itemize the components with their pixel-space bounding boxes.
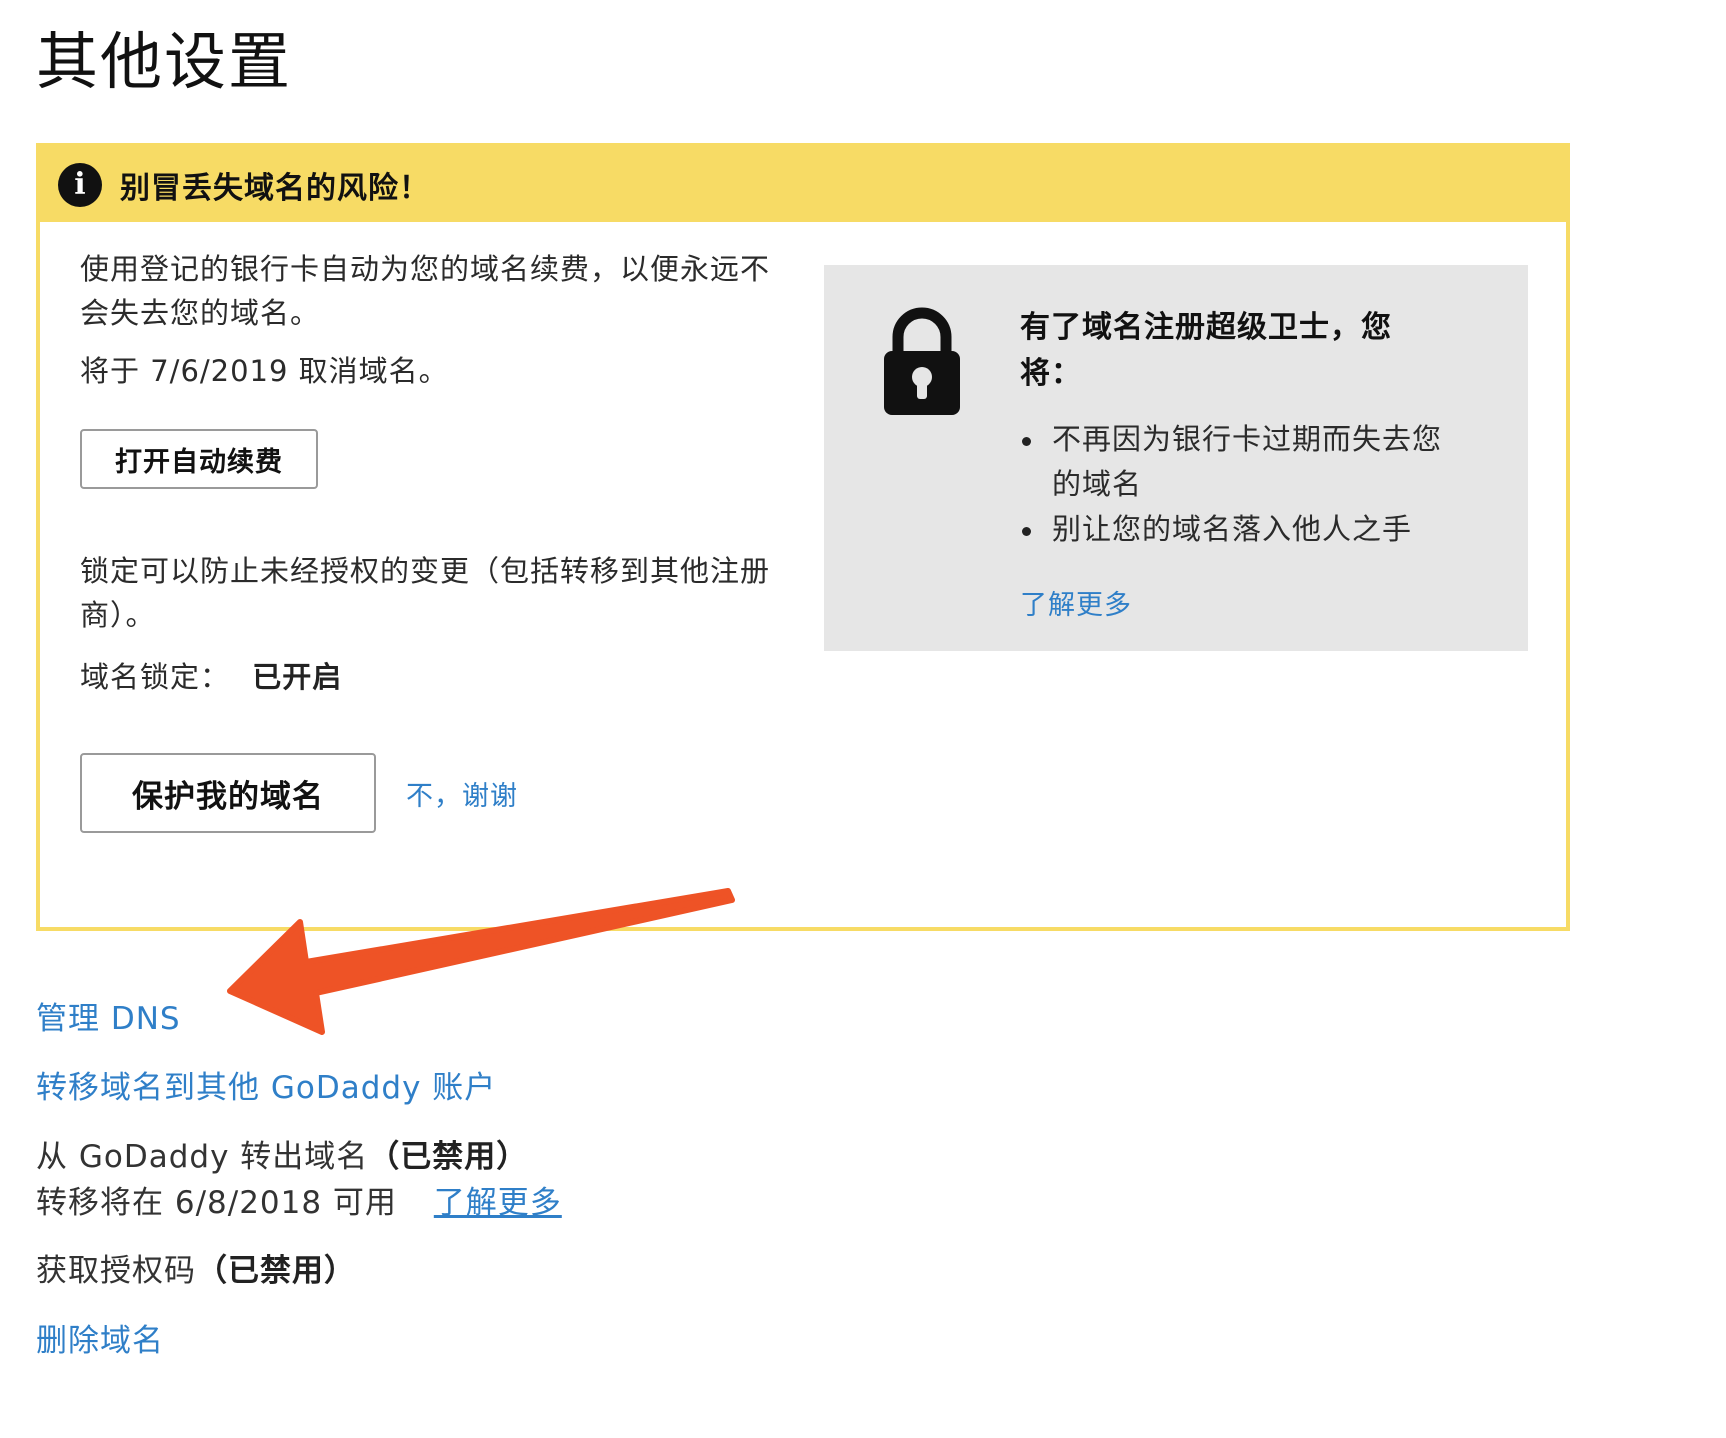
auto-renew-button[interactable]: 打开自动续费 (80, 429, 318, 489)
lock-icon (884, 307, 960, 415)
protect-actions: 保护我的域名 不，谢谢 (80, 753, 770, 833)
warning-title: 别冒丢失域名的风险！ (120, 170, 430, 206)
transfer-available-text: 转移将在 6/8/2018 可用 (36, 1185, 397, 1221)
no-thanks-link[interactable]: 不，谢谢 (406, 774, 518, 813)
transfer-learn-more-link[interactable]: 了解更多 (434, 1185, 562, 1221)
delete-domain-row: 删除域名 (36, 1318, 164, 1364)
list-item: 不再因为银行卡过期而失去您的域名 (1020, 417, 1450, 507)
transfer-account-row: 转移域名到其他 GoDaddy 账户 (36, 1065, 496, 1111)
delete-domain-link[interactable]: 删除域名 (36, 1323, 164, 1359)
cancel-date-text: 将于 7/6/2019 取消域名。 (80, 354, 449, 388)
guard-benefits-list: 不再因为银行卡过期而失去您的域名 别让您的域名落入他人之手 (1020, 417, 1450, 552)
warning-header: i 别冒丢失域名的风险！ (40, 147, 1566, 222)
guard-panel-title: 有了域名注册超级卫士，您将： (1020, 310, 1392, 391)
auto-renew-description: 使用登记的银行卡自动为您的域名续费，以便永远不会失去您的域名。 (80, 252, 771, 330)
auth-code-disabled-badge: （已禁用） (196, 1253, 356, 1289)
manage-dns-link[interactable]: 管理 DNS (36, 1001, 181, 1037)
manage-dns-row: 管理 DNS (36, 996, 181, 1042)
lock-description: 锁定可以防止未经授权的变更（包括转移到其他注册商）。 (80, 554, 771, 632)
list-item: 别让您的域名落入他人之手 (1020, 507, 1450, 552)
transfer-account-link[interactable]: 转移域名到其他 GoDaddy 账户 (36, 1070, 496, 1106)
page-title: 其他设置 (36, 25, 293, 98)
guard-learn-more-link[interactable]: 了解更多 (1020, 583, 1132, 622)
domain-lock-label: 域名锁定： (80, 660, 231, 694)
transfer-out-label: 从 GoDaddy 转出域名 (36, 1139, 369, 1175)
auth-code-row: 获取授权码（已禁用） (36, 1248, 356, 1294)
transfer-out-row: 从 GoDaddy 转出域名（已禁用） (36, 1134, 528, 1180)
domain-lock-status: 域名锁定： 已开启 (80, 655, 770, 699)
domain-lock-value: 已开启 (252, 660, 343, 694)
auth-code-label: 获取授权码 (36, 1253, 196, 1289)
warning-left-column: 使用登记的银行卡自动为您的域名续费，以便永远不会失去您的域名。 将于 7/6/2… (80, 247, 770, 833)
domain-risk-warning-box: i 别冒丢失域名的风险！ 使用登记的银行卡自动为您的域名续费，以便永远不会失去您… (36, 143, 1570, 931)
transfer-out-disabled-badge: （已禁用） (368, 1139, 529, 1175)
protect-domain-button[interactable]: 保护我的域名 (80, 753, 376, 833)
registration-guard-panel: 有了域名注册超级卫士，您将： 不再因为银行卡过期而失去您的域名 别让您的域名落入… (824, 265, 1528, 651)
info-icon: i (58, 162, 102, 207)
transfer-available-row: 转移将在 6/8/2018 可用 了解更多 (36, 1180, 562, 1226)
